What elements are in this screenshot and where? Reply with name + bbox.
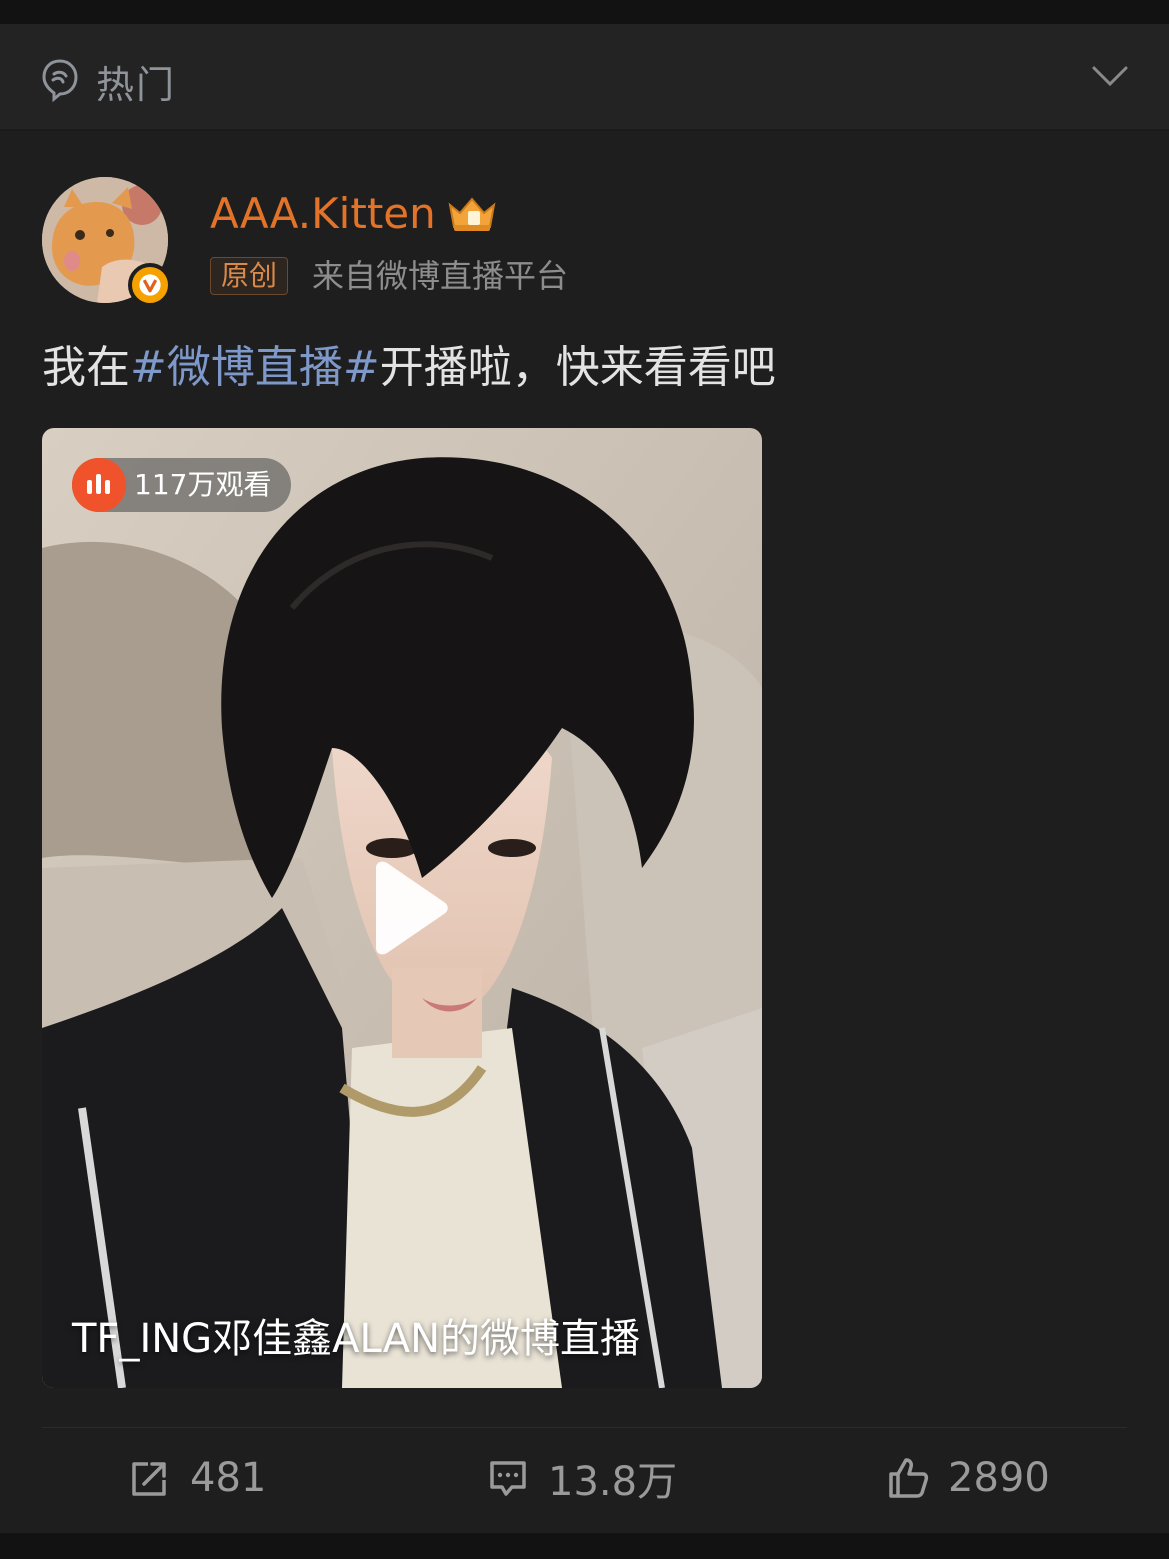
like-count: 2890 <box>948 1455 1050 1501</box>
hashtag-link[interactable]: #微博直播# <box>130 342 380 393</box>
crown-badge-icon <box>448 197 496 231</box>
post-text-before: 我在 <box>42 342 130 393</box>
stream-caption: TF_ING邓佳鑫ALAN的微博直播 <box>72 1316 641 1362</box>
like-button[interactable]: 2890 <box>886 1451 1050 1505</box>
comment-count: 13.8万 <box>548 1459 678 1505</box>
live-bars-icon <box>72 458 126 512</box>
status-strip <box>0 0 1169 24</box>
post-text: 我在#微博直播#开播啦，快来看看吧 <box>42 337 776 399</box>
repost-icon <box>132 1462 166 1496</box>
viewer-count-badge: 117万观看 <box>72 458 292 512</box>
post-source: 来自微博直播平台 <box>312 257 569 295</box>
comment-icon <box>490 1461 526 1496</box>
repost-count: 481 <box>190 1455 267 1501</box>
live-stream-thumbnail[interactable]: 117万观看 TF_ING邓佳鑫ALAN的微博直播 <box>42 428 762 1388</box>
hot-icon <box>42 59 78 102</box>
post-card: AAA.Kitten 原创 来自微博直播平台 我在#微博直播#开播啦，快来看看吧 <box>0 133 1169 1533</box>
post-text-after: 开播啦，快来看看吧 <box>379 342 776 393</box>
username[interactable]: AAA.Kitten <box>210 189 436 238</box>
viewer-count: 117万观看 <box>134 468 272 501</box>
divider <box>42 1427 1127 1428</box>
bottom-strip <box>0 1533 1169 1559</box>
comment-button[interactable]: 13.8万 <box>486 1451 677 1505</box>
original-tag: 原创 <box>210 257 289 295</box>
verified-badge-icon <box>128 263 172 307</box>
play-icon[interactable] <box>362 858 452 958</box>
repost-button[interactable]: 481 <box>128 1451 266 1505</box>
feed-header: 热门 <box>0 24 1169 131</box>
chevron-down-icon[interactable] <box>1090 62 1130 90</box>
feed-title: 热门 <box>96 63 177 107</box>
thumbs-up-icon <box>889 1458 929 1498</box>
